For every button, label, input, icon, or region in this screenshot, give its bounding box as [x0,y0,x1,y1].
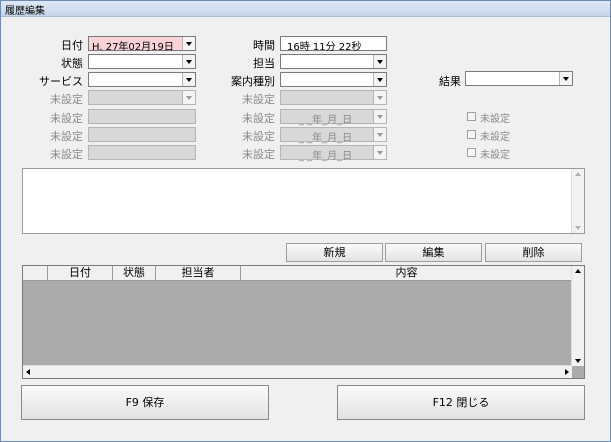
unset-checkbox-label-3: 未設定 [480,150,510,161]
date-value: H. 27年02月19日 [92,42,174,53]
window-title: 履歴編集 [5,6,45,17]
guide-type-label: 案内種別 [231,75,275,88]
chevron-down-icon[interactable] [182,37,195,50]
history-grid[interactable]: 日付 状態 担当者 内容 [22,265,585,379]
grid-col-content[interactable]: 内容 [241,266,572,280]
unset-date-1[interactable]: _ _年_月_日 [280,109,387,126]
chevron-down-icon[interactable] [182,91,195,104]
scroll-up-icon[interactable] [572,169,584,179]
unset-label-7: 未設定 [50,148,83,161]
chevron-down-icon[interactable] [373,91,386,104]
unset-checkbox-1[interactable] [467,112,476,121]
chevron-down-icon[interactable] [373,110,386,123]
scroll-down-icon[interactable] [572,356,584,366]
scroll-down-icon[interactable] [572,223,584,233]
scroll-left-icon[interactable] [23,366,35,378]
chevron-down-icon[interactable] [373,55,386,68]
grid-col-staff[interactable]: 担当者 [156,266,241,280]
grid-col-date[interactable]: 日付 [48,266,113,280]
unset-date-3[interactable]: _ _年_月_日 [280,145,387,162]
status-label: 状態 [61,57,83,70]
unset-select-1[interactable] [88,90,196,105]
save-button[interactable]: F9 保存 [21,385,269,420]
scroll-right-icon[interactable] [560,366,572,378]
title-bar: 履歴編集 [1,1,610,17]
grid-row-selector-header [23,266,48,280]
unset-checkbox-2[interactable] [467,130,476,139]
scroll-up-icon[interactable] [572,266,584,276]
time-label: 時間 [253,39,275,52]
unset-text-2[interactable] [88,127,196,142]
memo-scrollbar[interactable] [571,169,584,233]
edit-button[interactable]: 編集 [385,243,482,262]
unset-label-6: 未設定 [242,130,275,143]
unset-text-1[interactable] [88,109,196,124]
unset-label-5: 未設定 [50,130,83,143]
close-button[interactable]: F12 閉じる [337,385,585,420]
unset-label-8: 未設定 [242,148,275,161]
delete-button[interactable]: 削除 [485,243,582,262]
chevron-down-icon[interactable] [182,73,195,86]
staff-select[interactable] [280,54,387,69]
grid-vertical-scrollbar[interactable] [571,266,584,366]
memo-textarea[interactable] [22,168,585,234]
grid-col-status[interactable]: 状態 [113,266,156,280]
service-label: サービス [39,75,83,88]
unset-select-2[interactable] [280,90,387,105]
unset-date-2[interactable]: _ _年_月_日 [280,127,387,144]
chevron-down-icon[interactable] [373,146,386,159]
unset-checkbox-3[interactable] [467,148,476,157]
service-select[interactable] [88,72,196,87]
result-label: 結果 [439,75,461,88]
unset-checkbox-label-1: 未設定 [480,114,510,125]
date-label: 日付 [61,39,83,52]
unset-label-4: 未設定 [242,112,275,125]
status-select[interactable] [88,54,196,69]
unset-label-1: 未設定 [50,93,83,106]
time-field[interactable]: 16時 11分 22秒 [280,36,387,53]
chevron-down-icon[interactable] [373,128,386,141]
unset-label-2: 未設定 [242,93,275,106]
unset-checkbox-label-2: 未設定 [480,132,510,143]
date-picker[interactable]: H. 27年02月19日 [88,36,196,53]
grid-horizontal-scrollbar[interactable] [23,365,572,378]
guide-type-select[interactable] [280,72,387,87]
chevron-down-icon[interactable] [182,55,195,68]
staff-label: 担当 [253,57,275,70]
new-button[interactable]: 新規 [286,243,383,262]
chevron-down-icon[interactable] [373,73,386,86]
time-value: 16時 11分 22秒 [287,42,362,53]
result-select[interactable] [465,71,573,86]
history-edit-window: 履歴編集 日付 H. 27年02月19日 時間 16時 11分 22秒 状態 担… [0,0,611,442]
chevron-down-icon[interactable] [559,72,572,85]
unset-label-3: 未設定 [50,112,83,125]
unset-text-3[interactable] [88,145,196,160]
grid-header: 日付 状態 担当者 内容 [23,266,572,281]
